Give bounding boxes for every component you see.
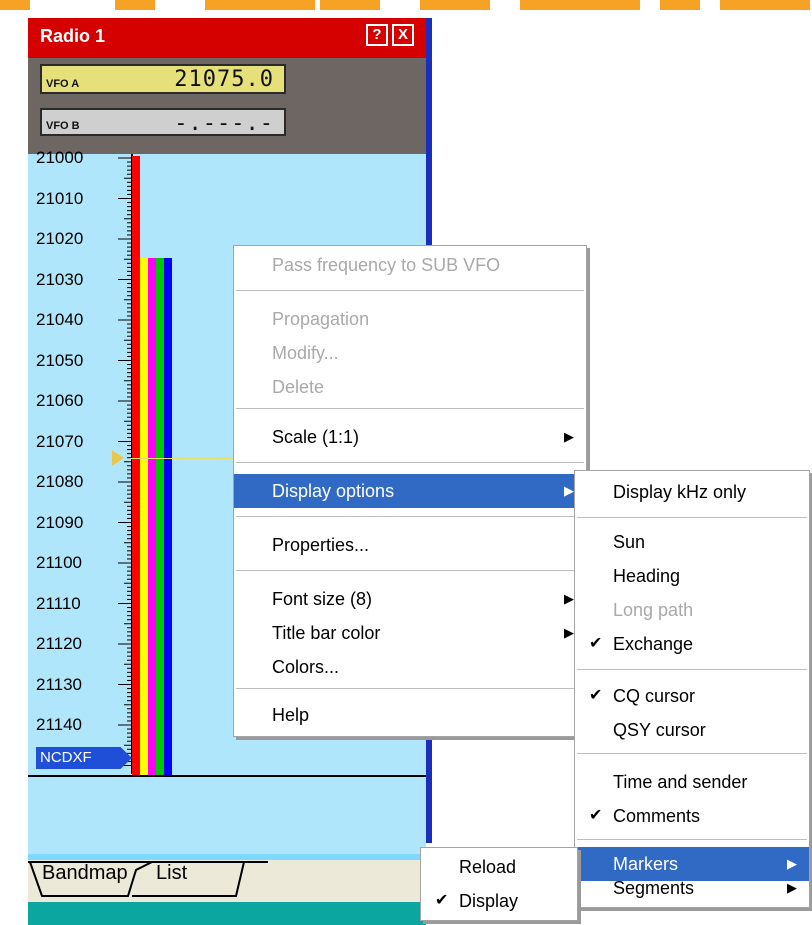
submenu-arrow-icon: ▶	[564, 591, 574, 606]
band-segment-bar	[140, 258, 148, 775]
submenu-arrow-icon: ▶	[564, 483, 574, 498]
menu-item-exchange[interactable]: ✔ Exchange	[575, 627, 809, 661]
menu-item-display[interactable]: ✔ Display	[421, 884, 577, 918]
menu-item-long-path[interactable]: Long path	[575, 593, 809, 627]
tab-bandmap[interactable]: Bandmap	[42, 862, 128, 896]
submenu-arrow-icon: ▶	[564, 625, 574, 640]
vfo-a-frequency: 21075.0	[174, 67, 274, 92]
vfo-b-frequency: -.---.-	[174, 111, 274, 136]
tab-list[interactable]: List	[156, 862, 187, 896]
cq-cursor-line	[130, 458, 240, 459]
menu-separator	[236, 408, 584, 409]
menu-item-label: CQ cursor	[613, 686, 696, 706]
menu-separator	[577, 753, 807, 754]
scale-label: 21020	[36, 229, 84, 248]
scale-label: 21110	[36, 593, 81, 613]
vfo-a-label: VFO A	[46, 78, 80, 90]
display-options-submenu: Display kHz only Sun Heading Long path ✔…	[574, 470, 810, 908]
menu-item-label: Exchange	[613, 634, 694, 654]
menu-separator	[236, 462, 584, 463]
menu-item-font-size[interactable]: Font size (8) ▶	[234, 582, 586, 616]
menu-item-label: Display	[459, 891, 519, 911]
scale-label: 21070	[36, 431, 84, 451]
menu-item-label: Title bar color	[272, 623, 381, 643]
scale-label: 21090	[36, 512, 84, 532]
window-titlebar[interactable]: Radio 1 ? X	[28, 18, 426, 58]
scale-label: 21000	[36, 148, 84, 167]
vfo-b-label: VFO B	[46, 120, 80, 132]
menu-item-cq-cursor[interactable]: ✔ CQ cursor	[575, 679, 809, 713]
menu-item-comments[interactable]: ✔ Comments	[575, 799, 809, 833]
band-segment-bar	[132, 156, 140, 775]
vfo-b-display[interactable]: VFO B -.---.-	[40, 108, 286, 136]
scale-label: 21050	[36, 350, 84, 370]
menu-item-pass-frequency[interactable]: Pass frequency to SUB VFO	[234, 248, 586, 282]
scale-label: 21040	[36, 310, 84, 329]
menu-item-label: Segments	[613, 878, 695, 898]
menu-item-label: Display options	[272, 481, 395, 501]
status-strip	[28, 902, 426, 925]
scale-label: 21130	[36, 674, 83, 694]
menu-item-title-bar-color[interactable]: Title bar color ▶	[234, 616, 586, 650]
context-menu: Pass frequency to SUB VFO Propagation Mo…	[233, 245, 587, 737]
close-icon[interactable]: X	[392, 24, 414, 46]
menu-separator	[236, 570, 584, 571]
menu-separator	[577, 517, 807, 518]
band-segment-bar	[148, 258, 156, 775]
menu-separator	[236, 290, 584, 291]
band-segment-bar	[156, 258, 164, 775]
menu-item-scale[interactable]: Scale (1:1) ▶	[234, 420, 586, 454]
scale-label: 21100	[36, 553, 83, 572]
checkmark-icon: ✔	[589, 807, 603, 824]
menu-item-propagation[interactable]: Propagation	[234, 302, 586, 336]
scale-label: 21010	[36, 188, 84, 208]
menu-item-colors[interactable]: Colors...	[234, 650, 586, 684]
menu-item-label: Comments	[613, 806, 701, 826]
menu-item-help[interactable]: Help	[234, 698, 586, 732]
scale-label: 21140	[36, 715, 83, 734]
menu-item-heading[interactable]: Heading	[575, 559, 809, 593]
menu-item-segments[interactable]: Segments ▶	[575, 871, 809, 905]
band-segment-bar	[164, 258, 172, 775]
checkmark-icon: ✔	[589, 687, 603, 704]
scale-label: 21060	[36, 391, 84, 410]
window-title: Radio 1	[40, 26, 106, 46]
menu-item-properties[interactable]: Properties...	[234, 528, 586, 562]
scale-label: 21080	[36, 472, 84, 491]
submenu-arrow-icon: ▶	[564, 429, 574, 444]
background-banner	[0, 0, 812, 18]
menu-item-delete[interactable]: Delete	[234, 370, 586, 404]
menu-item-display-options[interactable]: Display options ▶	[234, 474, 586, 508]
scale-label: 21030	[36, 269, 84, 289]
bandmap-baseline	[28, 775, 426, 777]
checkmark-icon: ✔	[589, 635, 603, 652]
menu-separator	[236, 516, 584, 517]
menu-item-reload[interactable]: Reload	[421, 850, 577, 884]
vfo-marker-icon	[112, 450, 124, 466]
markers-submenu: Reload ✔ Display	[420, 847, 578, 921]
menu-item-display-khz-only[interactable]: Display kHz only	[575, 475, 809, 509]
menu-separator	[577, 839, 807, 840]
menu-item-sun[interactable]: Sun	[575, 525, 809, 559]
checkmark-icon: ✔	[435, 892, 449, 909]
ncdxf-marker[interactable]: NCDXF	[36, 747, 132, 769]
menu-item-qsy-cursor[interactable]: QSY cursor	[575, 713, 809, 747]
menu-item-time-and-sender[interactable]: Time and sender	[575, 765, 809, 799]
menu-separator	[577, 669, 807, 670]
menu-item-label: Scale (1:1)	[272, 427, 360, 447]
menu-separator	[236, 688, 584, 689]
menu-item-modify[interactable]: Modify...	[234, 336, 586, 370]
menu-item-label: Font size (8)	[272, 589, 373, 609]
help-icon[interactable]: ?	[366, 24, 388, 46]
vfo-a-display[interactable]: VFO A 21075.0	[40, 64, 286, 94]
submenu-arrow-icon: ▶	[787, 880, 797, 895]
tab-strip: Bandmap List	[28, 860, 426, 902]
scale-label: 21120	[36, 634, 83, 653]
